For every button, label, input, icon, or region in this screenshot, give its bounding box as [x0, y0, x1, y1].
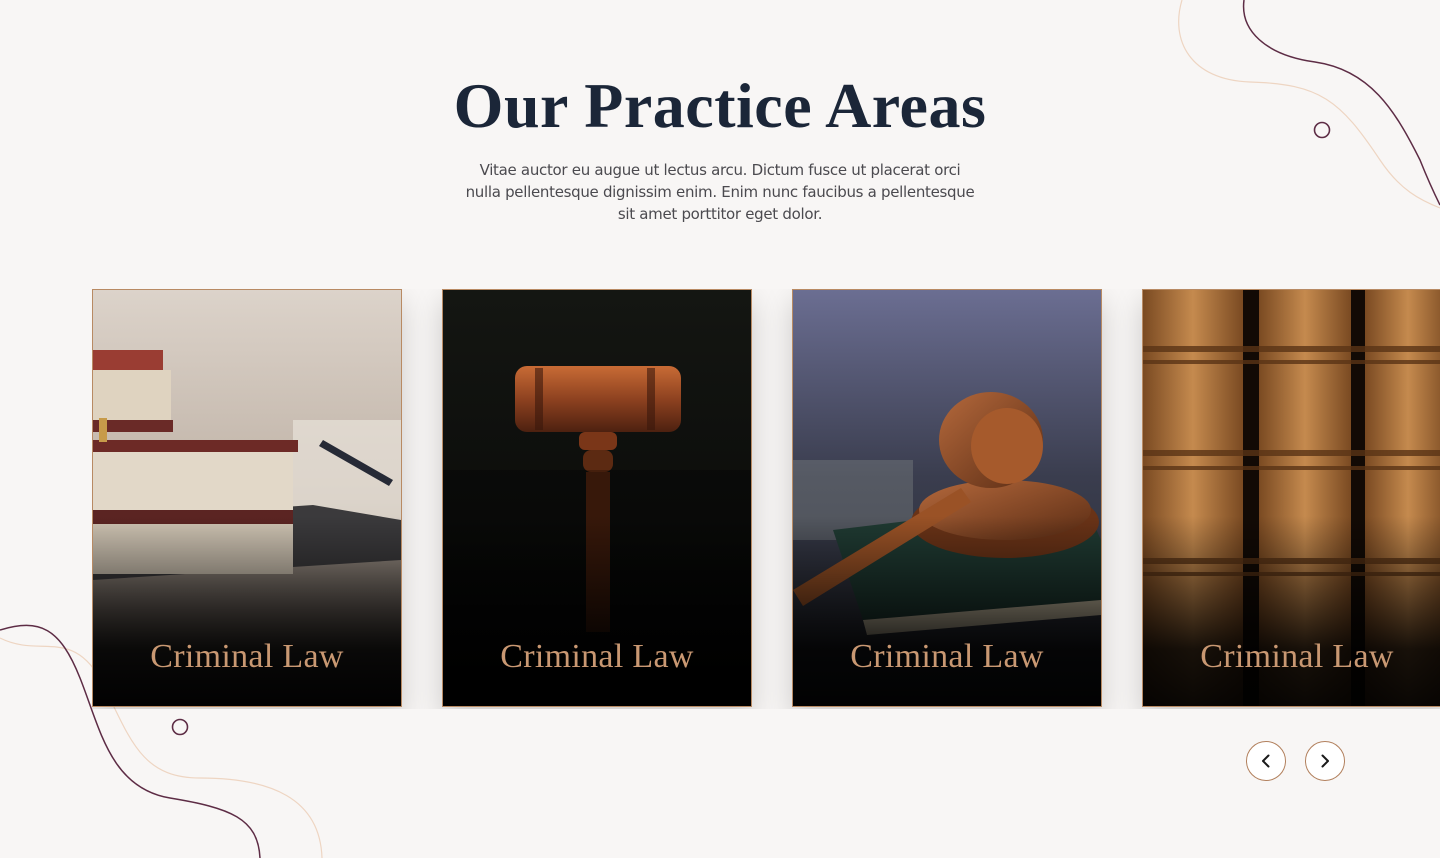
card-shade [93, 516, 401, 706]
practice-card[interactable]: Criminal Law [1142, 289, 1440, 707]
card-shade [793, 516, 1101, 706]
card-label: Criminal Law [500, 638, 694, 675]
carousel-next-button[interactable] [1305, 741, 1345, 781]
page-title: Our Practice Areas [453, 70, 987, 141]
practice-areas-carousel: Criminal Law Criminal Law Criminal Law C… [92, 289, 1440, 709]
section-header: Our Practice Areas Vitae auctor eu augue… [0, 68, 1440, 225]
carousel-prev-button[interactable] [1246, 741, 1286, 781]
card-label: Criminal Law [1200, 638, 1394, 675]
practice-card[interactable]: Criminal Law [92, 289, 402, 707]
practice-card[interactable]: Criminal Law [442, 289, 752, 707]
practice-card[interactable]: Criminal Law [792, 289, 1102, 707]
section-description: Vitae auctor eu augue ut lectus arcu. Di… [465, 160, 975, 223]
card-shade [443, 516, 751, 706]
chevron-left-icon [1262, 754, 1270, 768]
chevron-right-icon [1321, 754, 1329, 768]
card-shade [1143, 516, 1440, 706]
card-label: Criminal Law [850, 638, 1044, 675]
card-label: Criminal Law [150, 638, 344, 675]
